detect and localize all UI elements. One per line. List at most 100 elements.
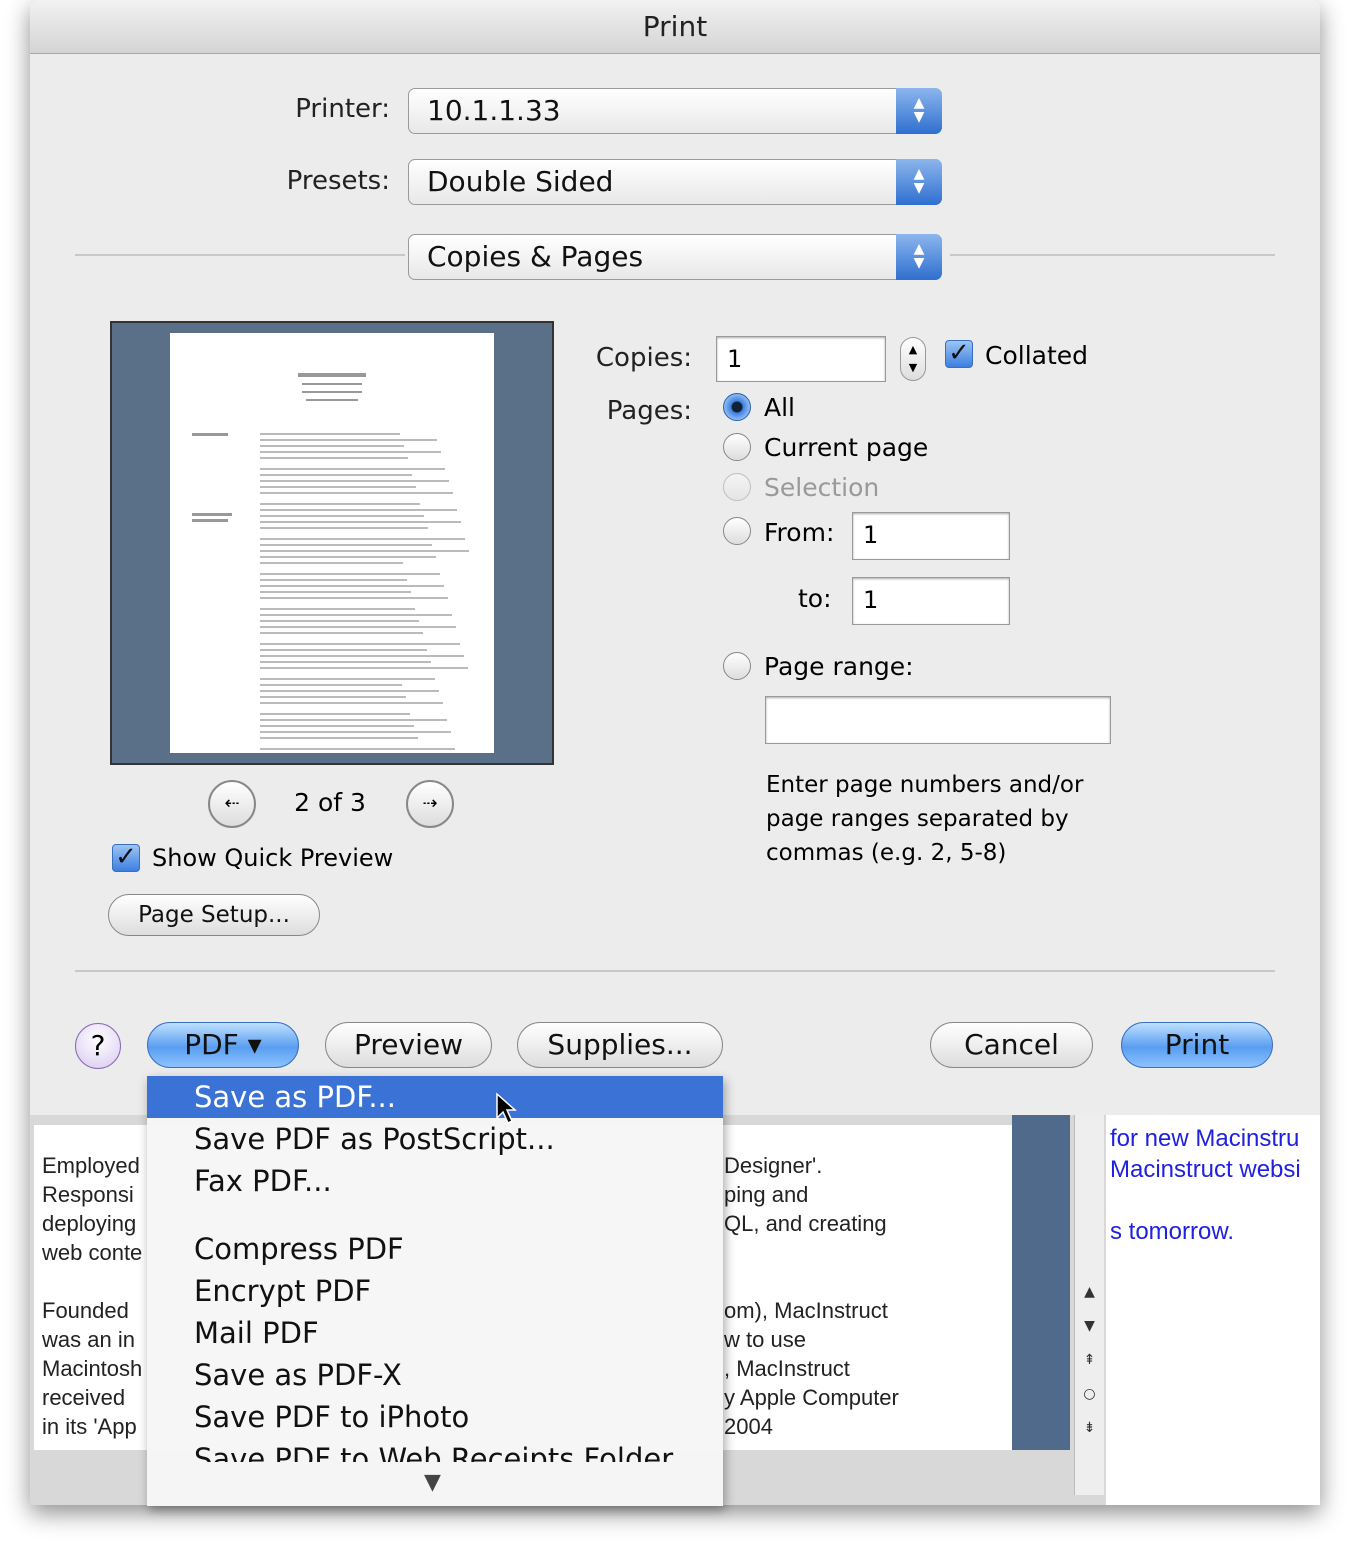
document-line: w to use	[724, 1327, 806, 1352]
pdf-menu-button[interactable]: PDF ▾	[147, 1022, 299, 1068]
thumbnail-line	[260, 649, 427, 651]
pdf-menu-item[interactable]: Encrypt PDF	[147, 1270, 723, 1312]
side-panel: for new Macinstru Macinstruct websi s tomo…	[1106, 1115, 1320, 1505]
pdf-menu-item[interactable]: Save PDF to iPhoto	[147, 1396, 723, 1438]
document-line: QL, and creating	[724, 1211, 887, 1236]
mouse-cursor-icon	[496, 1092, 517, 1125]
document-line: in its 'App	[42, 1414, 137, 1439]
thumbnail-line	[260, 439, 437, 441]
pdf-menu-item[interactable]: Save PDF to Web Receipts Folder	[147, 1438, 723, 1462]
from-field[interactable]: 1	[852, 512, 1010, 560]
thumbnail-line	[260, 620, 419, 622]
thumbnail-line	[260, 544, 432, 546]
document-line: Designer'.	[724, 1153, 823, 1178]
thumbnail-line	[260, 433, 400, 435]
thumbnail-line	[260, 591, 411, 593]
document-line: Founded	[42, 1298, 129, 1323]
thumbnail-line	[260, 661, 431, 663]
pdf-menu-item[interactable]: Fax PDF...	[147, 1160, 723, 1202]
pages-all-radio[interactable]	[723, 393, 751, 421]
page-setup-button[interactable]: Page Setup...	[108, 894, 320, 936]
copies-stepper[interactable]: ▲ ▼	[900, 337, 926, 381]
arrow-left-icon: ⇠	[224, 793, 240, 814]
thumbnail-line	[260, 509, 457, 511]
thumbnail-line	[260, 667, 468, 669]
pdf-menu-item[interactable]: Save as PDF-X	[147, 1354, 723, 1396]
pages-current-radio[interactable]	[723, 433, 751, 461]
pages-label: Pages:	[606, 396, 692, 426]
presets-label: Presets:	[286, 166, 390, 196]
pages-selection-label: Selection	[764, 473, 880, 502]
side-panel-text: for new Macinstru Macinstruct websi s tomo…	[1110, 1123, 1301, 1247]
pdf-dropdown-menu: Save as PDF... Save PDF as PostScript... F…	[147, 1076, 723, 1506]
thumbnail-line	[260, 614, 452, 616]
quick-preview	[110, 321, 554, 765]
thumbnail-line	[260, 556, 436, 558]
thumbnail-line	[260, 562, 403, 564]
collated-checkbox[interactable]: ✓	[945, 340, 973, 368]
to-label: to:	[798, 584, 832, 613]
document-line: Macinstruct websi	[1110, 1156, 1301, 1183]
panel-popup[interactable]: Copies & Pages ▲ ▼	[408, 234, 942, 280]
next-page-button[interactable]: ⇢	[406, 780, 454, 828]
thumbnail-line	[260, 579, 407, 581]
pdf-menu-item[interactable]: Mail PDF	[147, 1312, 723, 1354]
thumbnail-line	[260, 468, 445, 470]
thumbnail-line	[260, 626, 456, 628]
document-line: Employed	[42, 1153, 140, 1178]
thumbnail-line	[260, 480, 449, 482]
updown-arrows-icon: ▲ ▼	[896, 88, 942, 134]
thumbnail-line	[260, 521, 461, 523]
pages-from-radio[interactable]	[723, 517, 751, 545]
document-line: ping and	[724, 1182, 809, 1207]
thumbnail-line	[260, 748, 455, 750]
to-field[interactable]: 1	[852, 577, 1010, 625]
thumbnail-line	[260, 731, 451, 733]
show-quick-preview-checkbox[interactable]: ✓	[112, 844, 140, 872]
previous-page-button[interactable]: ⇠	[208, 780, 256, 828]
thumbnail-line	[260, 684, 402, 686]
thumbnail-line	[260, 457, 408, 459]
presets-popup[interactable]: Double Sided ▲ ▼	[408, 159, 942, 205]
page-range-hint: Enter page numbers and/or page ranges se…	[766, 772, 1084, 866]
updown-arrows-icon: ▲ ▼	[896, 234, 942, 280]
document-line: web conte	[42, 1240, 143, 1265]
page-range-field[interactable]	[765, 696, 1111, 744]
pages-selection-radio[interactable]	[723, 473, 751, 501]
pdf-menu-item[interactable]: Save PDF as PostScript...	[147, 1118, 723, 1160]
presets-value: Double Sided	[427, 165, 614, 198]
document-line: y Apple Computer	[724, 1385, 899, 1410]
thumbnail-line	[260, 702, 443, 704]
page-indicator: 2 of 3	[294, 788, 366, 817]
thumbnail-line	[260, 632, 423, 634]
preview-page	[170, 333, 494, 762]
scroll-down-arrow-icon[interactable]: ▼	[424, 1470, 441, 1495]
pages-current-label: Current page	[764, 433, 929, 462]
document-text-left: Employed Responsi deploying web conte Founde…	[42, 1151, 142, 1441]
supplies-button[interactable]: Supplies...	[517, 1022, 723, 1068]
preview-button[interactable]: Preview	[325, 1022, 492, 1068]
divider	[950, 254, 1275, 256]
question-icon: ?	[90, 1029, 106, 1062]
divider	[75, 970, 1275, 972]
updown-arrows-icon: ▲ ▼	[896, 159, 942, 205]
pdf-menu-item[interactable]: Compress PDF	[147, 1228, 723, 1270]
page-range-radio[interactable]	[723, 652, 751, 680]
print-button[interactable]: Print	[1121, 1022, 1273, 1068]
thumbnail-line	[260, 696, 406, 698]
copies-field[interactable]: 1	[716, 336, 886, 382]
stepper-arrows-icon: ▲ ▼	[908, 343, 918, 374]
document-line: Responsi	[42, 1182, 134, 1207]
thumbnail-line	[260, 451, 441, 453]
from-label: From:	[764, 518, 835, 547]
document-line: received	[42, 1385, 126, 1410]
cancel-button[interactable]: Cancel	[930, 1022, 1093, 1068]
vertical-scrollbar[interactable]: ▲ ▼ ⇞ ○ ⇟	[1074, 1115, 1104, 1495]
thumbnail-line	[260, 527, 428, 529]
help-button[interactable]: ?	[75, 1023, 121, 1069]
page-range-label: Page range:	[764, 652, 914, 681]
pdf-menu-item[interactable]: Save as PDF...	[147, 1076, 723, 1118]
arrow-right-icon: ⇢	[422, 793, 438, 814]
printer-popup[interactable]: 10.1.1.33 ▲ ▼	[408, 88, 942, 134]
